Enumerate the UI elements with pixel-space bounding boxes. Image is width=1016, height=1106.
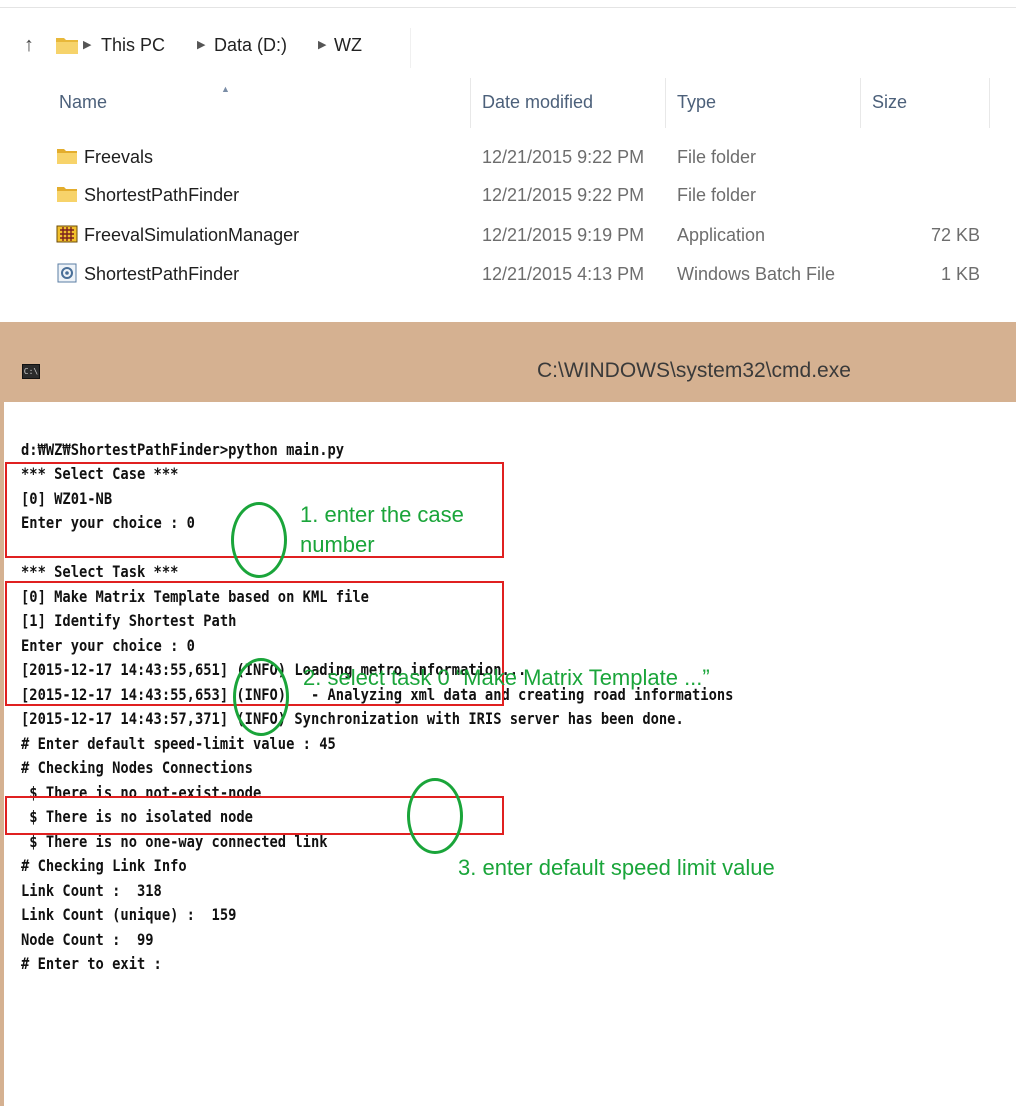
console-line: Node Count : 99 [21, 930, 154, 949]
cmd-title: C:\WINDOWS\system32\cmd.exe [537, 359, 851, 382]
file-row[interactable]: Freevals 12/21/2015 9:22 PM File folder [0, 139, 1016, 177]
file-type: File folder [677, 147, 757, 167]
file-type: Application [677, 225, 766, 245]
file-date: 12/21/2015 9:22 PM [482, 147, 645, 167]
column-divider[interactable] [860, 78, 861, 128]
column-header-date[interactable]: Date modified [482, 92, 593, 113]
batch-file-icon [56, 263, 78, 283]
chevron-right-icon: ▶ [83, 39, 92, 51]
file-row[interactable]: ShortestPathFinder 12/21/2015 4:13 PM Wi… [0, 256, 1016, 294]
file-date: 12/21/2015 9:19 PM [482, 225, 645, 245]
column-headers: ▲ Name Date modified Type Size [0, 78, 1016, 128]
file-size: 72 KB [930, 225, 980, 245]
column-header-name[interactable]: Name [59, 92, 107, 113]
column-divider[interactable] [470, 78, 471, 128]
breadcrumb-data-d[interactable]: Data (D:) [214, 35, 287, 56]
sort-up-icon: ▲ [221, 84, 230, 94]
file-name: Freevals [84, 147, 154, 167]
console-line: # Checking Nodes Connections [21, 758, 253, 777]
cmd-title-bar[interactable]: C:\ C:\WINDOWS\system32\cmd.exe [0, 322, 1016, 402]
highlight-ellipse-speed [407, 778, 463, 854]
file-explorer: ↑ ▶ This PC ▶ Data (D:) ▶ WZ ▲ Name Date… [0, 0, 1016, 322]
file-size: 1 KB [940, 264, 980, 284]
file-type: File folder [677, 185, 757, 205]
folder-icon [56, 146, 78, 166]
up-arrow-icon[interactable]: ↑ [24, 34, 34, 57]
file-date: 12/21/2015 9:22 PM [482, 185, 645, 205]
column-header-type[interactable]: Type [677, 92, 716, 113]
annotation-note-1: 1. enter the case number [300, 502, 464, 557]
highlight-ellipse-task [233, 658, 289, 736]
cmd-icon: C:\ [22, 364, 40, 379]
file-row[interactable]: ShortestPathFinder 12/21/2015 9:22 PM Fi… [0, 177, 1016, 215]
console-line: d:₩WZ₩ShortestPathFinder>python main.py [21, 440, 345, 459]
address-bar[interactable]: ↑ ▶ This PC ▶ Data (D:) ▶ WZ [0, 28, 1016, 68]
file-name: ShortestPathFinder [84, 185, 240, 205]
console-line: # Enter default speed-limit value : 45 [21, 734, 336, 753]
file-date: 12/21/2015 4:13 PM [482, 264, 645, 284]
file-name: ShortestPathFinder [84, 264, 240, 284]
file-name: FreevalSimulationManager [84, 225, 300, 245]
file-type: Windows Batch File [677, 264, 836, 284]
column-header-size[interactable]: Size [872, 92, 907, 113]
annotation-note-2: 2. select task 0 “Make Matrix Template .… [303, 665, 710, 690]
console-line: Link Count : 318 [21, 881, 162, 900]
column-divider[interactable] [665, 78, 666, 128]
chevron-right-icon: ▶ [318, 39, 327, 51]
file-row[interactable]: FreevalSimulationManager 12/21/2015 9:19… [0, 217, 1016, 255]
console-line: # Enter to exit : [21, 954, 162, 973]
chevron-right-icon: ▶ [197, 39, 206, 51]
column-divider[interactable] [989, 78, 990, 128]
folder-icon [55, 34, 79, 61]
console-line: Link Count (unique) : 159 [21, 905, 237, 924]
console-line: [2015-12-17 14:43:57,371] (INFO) Synchro… [21, 709, 684, 728]
breadcrumb-wz[interactable]: WZ [334, 35, 362, 56]
breadcrumb-this-pc[interactable]: This PC [101, 35, 165, 56]
window-border [0, 402, 4, 1106]
folder-icon [56, 184, 78, 204]
console-line: # Checking Link Info [21, 856, 187, 875]
address-bar-divider [410, 28, 1016, 68]
annotation-note-3: 3. enter default speed limit value [458, 855, 775, 880]
highlight-ellipse-case [231, 502, 287, 578]
application-icon [56, 224, 78, 244]
cmd-window: C:\ C:\WINDOWS\system32\cmd.exe d:₩WZ₩Sh… [0, 322, 1016, 1106]
ribbon-divider [0, 7, 1016, 8]
